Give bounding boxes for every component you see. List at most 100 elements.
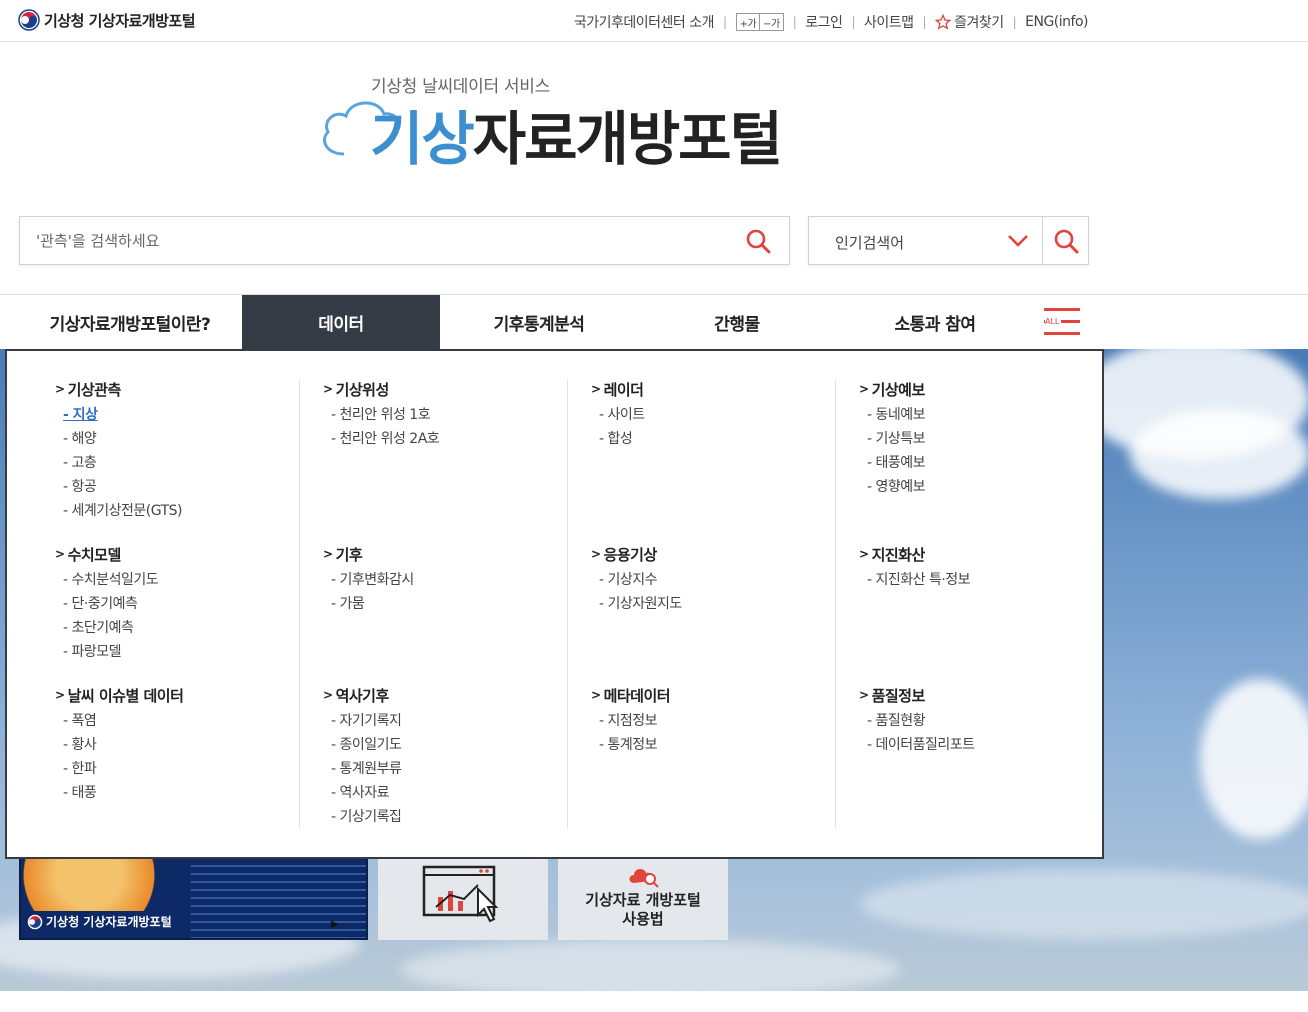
chevron-down-icon[interactable] — [1007, 231, 1029, 251]
chevron-right-icon: > — [55, 382, 65, 396]
chevron-right-icon: > — [591, 382, 601, 396]
utility-links: 국가기후데이터센터 소개 | +가 −가 | 로그인 | 사이트맵 | 즐겨찾기… — [573, 12, 1088, 32]
menu-group-metadata: > 메타데이터 - 지점정보 - 통계정보 — [591, 684, 671, 757]
chevron-right-icon: > — [323, 688, 333, 702]
menu-item[interactable]: - 초단기예측 — [63, 616, 158, 640]
nav-item-climate-stats[interactable]: 기후통계분석 — [440, 295, 638, 349]
portal-guide-card[interactable]: 기상자료 개방포털 사용법 — [558, 849, 728, 940]
menu-item[interactable]: - 천리안 위성 1호 — [331, 403, 439, 427]
cloud-search-icon — [629, 869, 659, 888]
search-box — [19, 216, 790, 265]
menu-item[interactable]: - 파랑모델 — [63, 640, 158, 664]
font-increase-button[interactable]: +가 — [737, 14, 760, 30]
data-mega-menu: > 기상관측 - 지상 - 해양 - 고층 - 항공 - 세계기상전문(GTS) … — [5, 349, 1104, 859]
menu-item[interactable]: - 기후변화감시 — [331, 568, 414, 592]
chevron-right-icon: > — [323, 382, 333, 396]
brand-logo[interactable]: 기상청 기상자료개방포털 — [18, 9, 196, 31]
menu-item[interactable]: - 가뭄 — [331, 592, 414, 616]
search-button[interactable] — [745, 228, 771, 258]
center-intro-link[interactable]: 국가기후데이터센터 소개 — [574, 12, 715, 32]
menu-group-radar: > 레이더 - 사이트 - 합성 — [591, 378, 645, 451]
menu-item[interactable]: - 지진화산 특·정보 — [867, 568, 971, 592]
menu-group-numerical-model: > 수치모델 - 수치분석일기도 - 단·중기예측 - 초단기예측 - 파랑모델 — [55, 543, 159, 664]
search-icon — [746, 229, 771, 254]
menu-item[interactable]: - 고층 — [63, 451, 182, 475]
menu-item[interactable]: - 황사 — [63, 733, 183, 757]
menu-item[interactable]: - 자기기록지 — [331, 709, 402, 733]
font-size-control: +가 −가 — [735, 13, 784, 31]
menu-item[interactable]: - 합성 — [599, 427, 645, 451]
popular-search-select[interactable]: 인기검색어 — [808, 216, 1089, 265]
menu-item[interactable]: - 기상자원지도 — [599, 592, 682, 616]
all-menu-label: ALL — [1045, 317, 1062, 326]
all-menu-button[interactable]: ALL — [1044, 308, 1080, 336]
top-utility-bar: 기상청 기상자료개방포털 국가기후데이터센터 소개 | +가 −가 | 로그인 … — [0, 0, 1308, 42]
menu-item[interactable]: - 세계기상전문(GTS) — [63, 499, 183, 523]
menu-item[interactable]: - 통계정보 — [599, 733, 670, 757]
menu-group-forecast: > 기상예보 - 동네예보 - 기상특보 - 태풍예보 - 영향예보 — [859, 378, 926, 499]
search-input[interactable] — [36, 217, 726, 264]
menu-item[interactable]: - 지점정보 — [599, 709, 670, 733]
favorites-label: 즐겨찾기 — [954, 15, 1004, 31]
chevron-right-icon: > — [859, 547, 869, 561]
menu-group-applied-weather: > 응용기상 - 기상지수 - 기상자원지도 — [591, 543, 682, 616]
menu-item[interactable]: - 폭염 — [63, 709, 183, 733]
menu-item[interactable]: - 품질현황 — [867, 709, 975, 733]
menu-group-quality-info: > 품질정보 - 품질현황 - 데이터품질리포트 — [859, 684, 975, 757]
nav-item-data[interactable]: 데이터 — [242, 295, 440, 349]
menu-item[interactable]: - 천리안 위성 2A호 — [331, 427, 440, 451]
menu-item[interactable]: - 기상기록집 — [331, 805, 402, 829]
portal-guide-title: 기상자료 개방포털 사용법 — [585, 891, 701, 928]
popular-search-label: 인기검색어 — [835, 234, 905, 252]
english-link[interactable]: ENG(info) — [1025, 14, 1088, 30]
site-title-dark: 자료개방포털 — [472, 105, 783, 173]
statistics-card[interactable] — [378, 849, 548, 940]
menu-item[interactable]: - 태풍 — [63, 781, 183, 805]
chevron-right-icon: > — [55, 688, 65, 702]
site-logo[interactable]: 기상자료개방포털 — [316, 96, 796, 186]
menu-item[interactable]: - 한파 — [63, 757, 183, 781]
video-logo: 기상청 기상자료개방포털 — [27, 913, 172, 930]
menu-item[interactable]: - 종이일기도 — [331, 733, 402, 757]
menu-group-climate: > 기후 - 기후변화감시 - 가뭄 — [323, 543, 414, 616]
menu-item[interactable]: - 역사자료 — [331, 781, 401, 805]
menu-item[interactable]: - 통계원부류 — [331, 757, 402, 781]
login-link[interactable]: 로그인 — [805, 12, 843, 32]
chart-analysis-icon — [422, 865, 499, 923]
site-title-blue: 기상 — [370, 105, 475, 173]
menu-item[interactable]: - 태풍예보 — [867, 451, 926, 475]
brand-name: 기상청 기상자료개방포털 — [44, 11, 196, 30]
sitemap-link[interactable]: 사이트맵 — [864, 12, 914, 32]
main-navigation: 기상자료개방포털이란? 데이터 기후통계분석 간행물 소통과 참여 ALL — [0, 294, 1308, 349]
menu-group-satellite: > 기상위성 - 천리안 위성 1호 - 천리안 위성 2A호 — [323, 378, 440, 451]
menu-item[interactable]: - 수치분석일기도 — [63, 568, 159, 592]
nav-item-community[interactable]: 소통과 참여 — [836, 295, 1034, 349]
font-decrease-button[interactable]: −가 — [759, 14, 783, 30]
menu-group-earthquake-volcano: > 지진화산 - 지진화산 특·정보 — [859, 543, 971, 592]
popular-search-button[interactable] — [1053, 228, 1079, 258]
promo-video-card[interactable]: 기상청 기상자료개방포털 ▶ — [19, 849, 368, 940]
menu-item[interactable]: - 지상 — [63, 403, 182, 427]
menu-item[interactable]: - 데이터품질리포트 — [867, 733, 975, 757]
video-logo-text: 기상청 기상자료개방포털 — [46, 915, 172, 929]
nav-item-about[interactable]: 기상자료개방포털이란? — [28, 295, 232, 349]
menu-item[interactable]: - 해양 — [63, 427, 182, 451]
site-title: 기상자료개방포털 — [370, 110, 783, 168]
star-icon — [935, 14, 952, 30]
menu-item[interactable]: - 항공 — [63, 475, 182, 499]
play-icon[interactable]: ▶ — [331, 919, 339, 930]
menu-item[interactable]: - 기상지수 — [599, 568, 682, 592]
chevron-right-icon: > — [55, 547, 65, 561]
menu-item[interactable]: - 사이트 — [599, 403, 645, 427]
menu-item[interactable]: - 단·중기예측 — [63, 592, 158, 616]
menu-group-observation: > 기상관측 - 지상 - 해양 - 고층 - 항공 - 세계기상전문(GTS) — [55, 378, 183, 523]
chevron-right-icon: > — [859, 382, 869, 396]
search-icon — [1054, 229, 1079, 254]
nav-item-publications[interactable]: 간행물 — [638, 295, 836, 349]
menu-item[interactable]: - 동네예보 — [867, 403, 926, 427]
menu-item[interactable]: - 영향예보 — [867, 475, 926, 499]
korea-emblem-icon — [18, 9, 40, 31]
favorites-link[interactable]: 즐겨찾기 — [935, 12, 1004, 32]
menu-item[interactable]: - 기상특보 — [867, 427, 926, 451]
site-subtitle: 기상청 날씨데이터 서비스 — [371, 77, 550, 97]
